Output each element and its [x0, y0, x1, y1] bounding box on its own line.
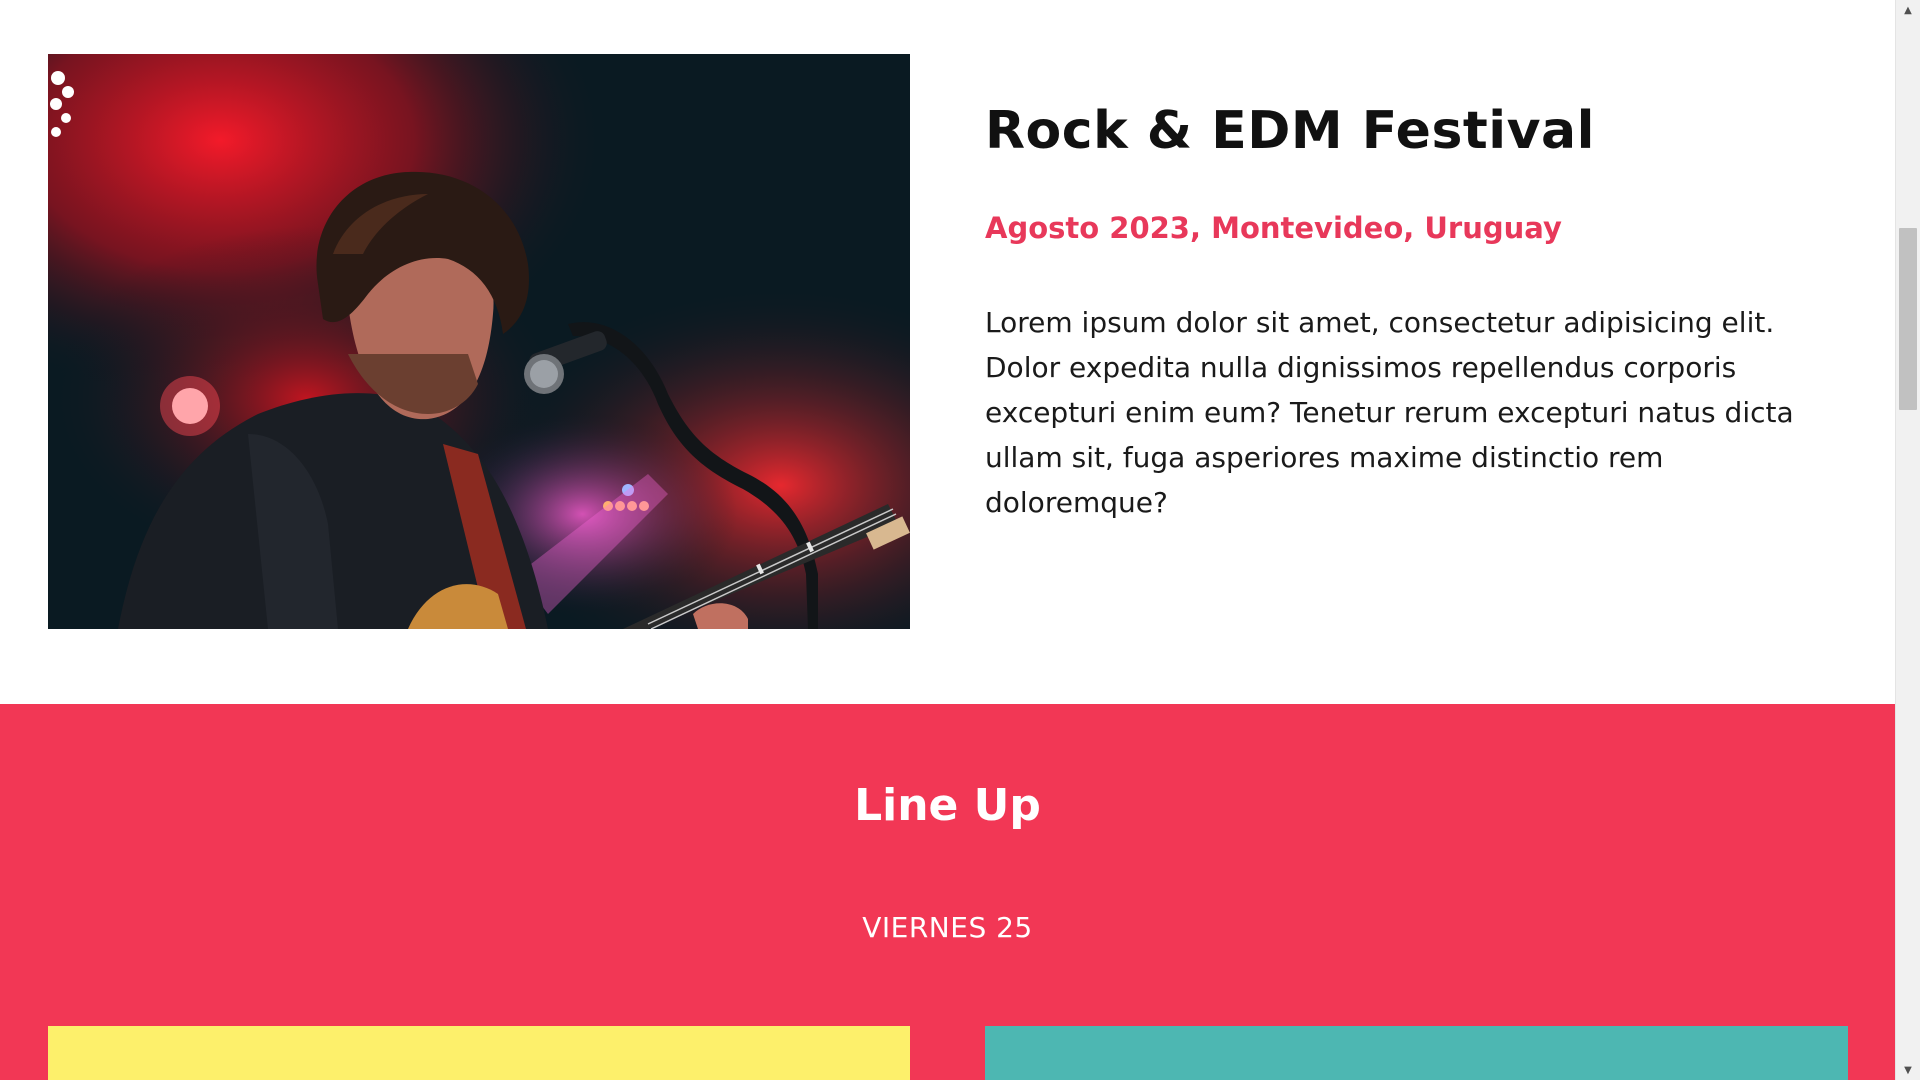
- lineup-heading: Line Up: [854, 780, 1041, 831]
- festival-intro-section: Rock & EDM Festival Agosto 2023, Montevi…: [0, 0, 1895, 704]
- page-scrollbar[interactable]: ▲ ▼: [1895, 0, 1920, 1080]
- festival-photo: [48, 54, 910, 629]
- scrollbar-thumb[interactable]: [1899, 228, 1917, 410]
- lineup-section: Line Up VIERNES 25: [0, 704, 1895, 1080]
- lineup-card-1: [48, 1026, 910, 1080]
- festival-description: Lorem ipsum dolor sit amet, consectetur …: [985, 306, 1794, 519]
- page-viewport: Rock & EDM Festival Agosto 2023, Montevi…: [0, 0, 1895, 1080]
- singer-guitarist-photo: [48, 54, 910, 629]
- festival-info: Rock & EDM Festival Agosto 2023, Montevi…: [985, 96, 1845, 525]
- chevron-down-icon[interactable]: ▼: [1896, 1060, 1920, 1080]
- lineup-card-2: [985, 1026, 1848, 1080]
- festival-date-location: Agosto 2023, Montevideo, Uruguay: [985, 211, 1562, 245]
- lineup-day-label: VIERNES 25: [862, 911, 1033, 944]
- festival-title: Rock & EDM Festival: [985, 101, 1595, 161]
- chevron-up-icon[interactable]: ▲: [1896, 0, 1920, 20]
